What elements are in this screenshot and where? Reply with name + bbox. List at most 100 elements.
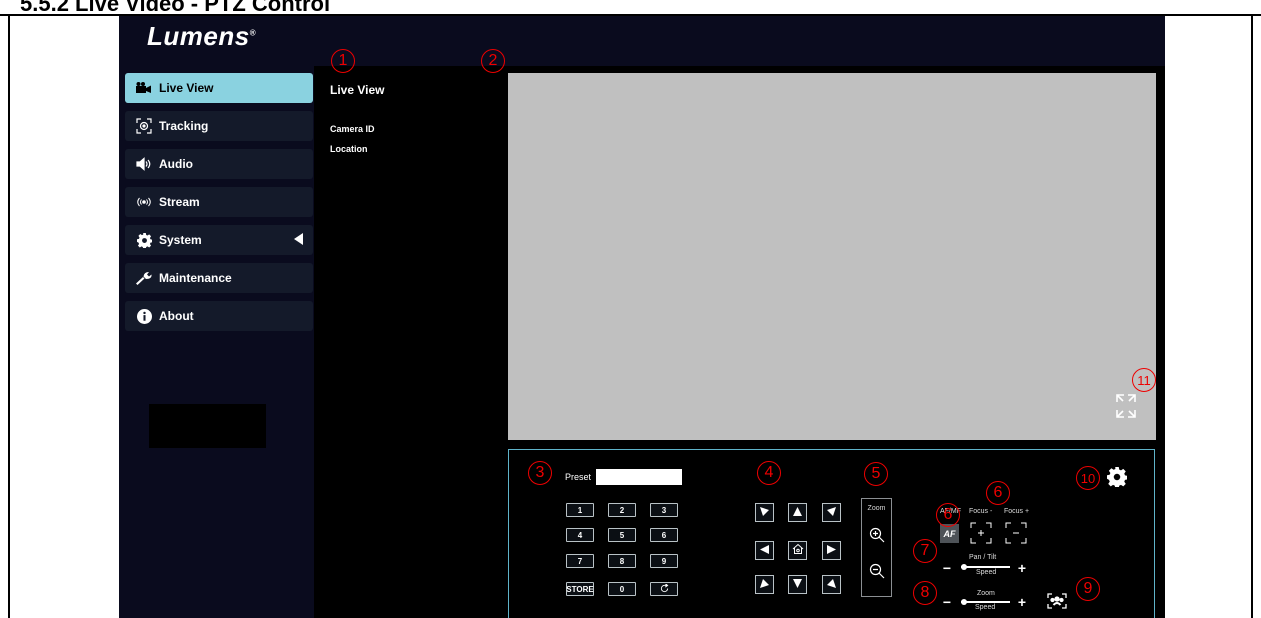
zoom-speed-slider[interactable]	[961, 599, 1010, 605]
pan-tilt-down-right-button[interactable]	[822, 575, 841, 594]
callout-8: 8	[913, 581, 937, 605]
sidebar-item-about[interactable]: About	[125, 301, 313, 331]
sidebar-item-stream[interactable]: Stream	[125, 187, 313, 217]
preset-reset-button[interactable]	[650, 582, 678, 596]
sidebar-item-label: Maintenance	[159, 271, 232, 285]
focus-plus-label: Focus +	[1004, 508, 1030, 515]
sidebar-item-label: System	[159, 233, 202, 247]
preset-key-5[interactable]: 5	[608, 528, 636, 542]
zoom-speed-sublabel: Speed	[975, 604, 996, 611]
sidebar-item-maintenance[interactable]: Maintenance	[125, 263, 313, 293]
zoom-in-icon[interactable]	[869, 527, 885, 548]
pan-tilt-down-left-button[interactable]	[755, 575, 774, 594]
preset-label: Preset	[565, 472, 592, 482]
tracking-icon[interactable]	[1047, 593, 1067, 614]
preset-key-8[interactable]: 8	[608, 554, 636, 568]
callout-11: 11	[1132, 368, 1156, 392]
collapse-arrow-icon	[294, 233, 303, 248]
pan-tilt-up-right-button[interactable]	[822, 503, 841, 522]
zoom-speed-minus-button[interactable]: −	[941, 595, 953, 609]
tracking-icon	[135, 118, 153, 134]
focus-minus-label: Focus -	[969, 508, 993, 515]
preset-key-0[interactable]: 0	[608, 582, 636, 596]
preset-store-button[interactable]: STORE	[566, 582, 594, 596]
preset-key-2[interactable]: 2	[608, 503, 636, 517]
sidebar-item-label: Live View	[159, 81, 214, 95]
info-icon	[135, 308, 153, 324]
sidebar-item-system[interactable]: System	[125, 225, 313, 255]
callout-3: 3	[528, 461, 552, 485]
arrow-up-icon	[792, 504, 803, 522]
lumens-logo: Lumens®	[147, 21, 257, 51]
speaker-icon	[135, 157, 153, 171]
camera-id-label: Camera ID	[330, 124, 375, 134]
zoom-control: Zoom	[861, 498, 892, 597]
arrow-up-left-icon	[759, 504, 770, 522]
callout-2: 2	[481, 49, 505, 73]
zoom-speed-plus-button[interactable]: +	[1016, 595, 1028, 609]
callout-10: 10	[1076, 466, 1100, 490]
pan-tilt-speed-slider[interactable]	[961, 564, 1010, 570]
fullscreen-icon[interactable]	[1115, 393, 1137, 419]
pan-tilt-left-button[interactable]	[755, 541, 774, 560]
zoom-label: Zoom	[867, 505, 886, 512]
preset-key-9[interactable]: 9	[650, 554, 678, 568]
sidebar-placeholder-box	[149, 404, 266, 448]
arrow-down-right-icon	[826, 576, 837, 594]
sidebar-item-tracking[interactable]: Tracking	[125, 111, 313, 141]
ptz-control-panel: Preset 1 2 3 4 5 6 7 8 9 STORE 0 Zoom AF…	[508, 449, 1155, 618]
settings-icon[interactable]	[1107, 467, 1128, 492]
preset-key-4[interactable]: 4	[566, 528, 594, 542]
arrow-down-left-icon	[759, 576, 770, 594]
sidebar-item-audio[interactable]: Audio	[125, 149, 313, 179]
pan-tilt-home-button[interactable]	[788, 541, 807, 560]
preset-key-3[interactable]: 3	[650, 503, 678, 517]
camera-icon	[135, 82, 153, 94]
pan-tilt-up-left-button[interactable]	[755, 503, 774, 522]
wrench-icon	[135, 271, 153, 285]
preset-key-1[interactable]: 1	[566, 503, 594, 517]
live-video-display[interactable]	[508, 73, 1156, 440]
broadcast-icon	[135, 196, 153, 208]
pan-tilt-up-button[interactable]	[788, 503, 807, 522]
callout-6-af: 6	[936, 503, 960, 527]
callout-6-focus: 6	[986, 481, 1010, 505]
gear-icon	[135, 232, 153, 248]
slider-knob[interactable]	[961, 599, 967, 605]
callout-4: 4	[757, 461, 781, 485]
pan-tilt-speed-plus-button[interactable]: +	[1016, 561, 1028, 575]
refresh-icon	[660, 582, 669, 595]
location-label: Location	[330, 144, 368, 154]
pan-tilt-speed-label: Pan / Tilt	[969, 554, 997, 561]
app-window: Lumens® Live View Tracking Audio Stream	[119, 16, 1165, 618]
pan-tilt-right-button[interactable]	[822, 541, 841, 560]
preset-key-6[interactable]: 6	[650, 528, 678, 542]
sidebar-item-label: Stream	[159, 195, 200, 209]
arrow-up-right-icon	[826, 504, 837, 522]
arrow-left-icon	[759, 542, 770, 560]
focus-far-button[interactable]	[1005, 522, 1027, 544]
callout-5: 5	[864, 462, 888, 486]
slider-knob[interactable]	[961, 564, 967, 570]
sidebar-item-label: Tracking	[159, 119, 209, 133]
callout-7: 7	[913, 539, 937, 563]
pan-tilt-speed-minus-button[interactable]: −	[941, 561, 953, 575]
callout-9: 9	[1076, 577, 1100, 601]
focus-plus-icon	[970, 522, 992, 548]
callout-1: 1	[331, 49, 355, 73]
preset-key-7[interactable]: 7	[566, 554, 594, 568]
arrow-down-icon	[792, 576, 803, 594]
pan-tilt-speed-sublabel: Speed	[976, 569, 997, 576]
page-border-left	[8, 15, 10, 618]
live-view-title: Live View	[330, 83, 385, 97]
info-panel: Live View Camera ID Location	[314, 66, 504, 618]
zoom-out-icon[interactable]	[869, 563, 885, 584]
sidebar-item-live-view[interactable]: Live View	[125, 73, 313, 103]
pan-tilt-down-button[interactable]	[788, 575, 807, 594]
zoom-speed-label: Zoom	[977, 590, 995, 597]
top-bar: Lumens®	[119, 16, 1165, 66]
preset-input[interactable]	[596, 469, 682, 485]
sidebar: Live View Tracking Audio Stream System M…	[119, 66, 314, 618]
focus-near-button[interactable]	[970, 522, 992, 544]
focus-minus-icon	[1005, 522, 1027, 548]
